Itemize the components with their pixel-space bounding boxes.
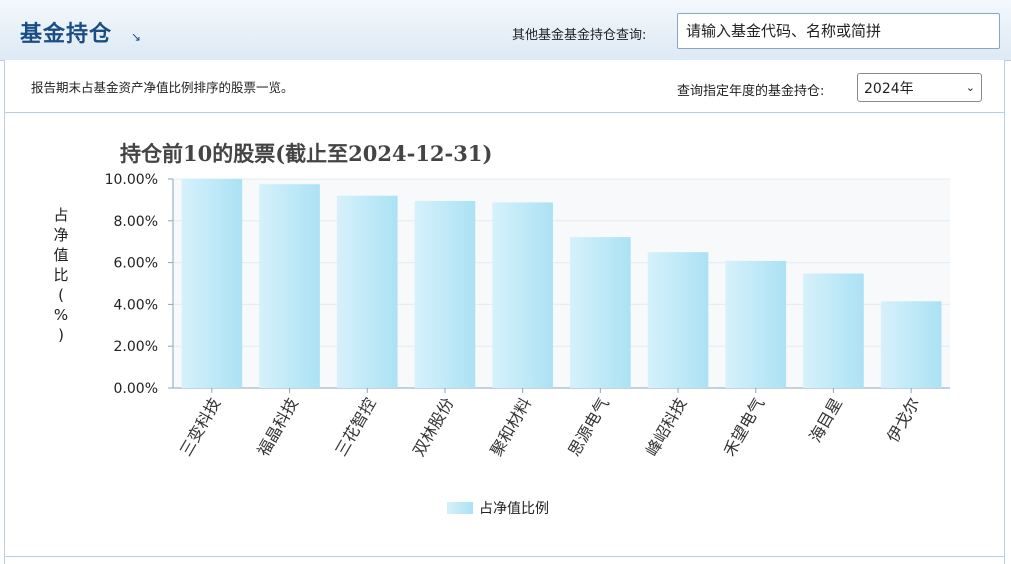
x-tick-label: 三变科技 [176,395,224,460]
x-tick-label: 聚和材料 [487,395,535,460]
bar [647,252,709,388]
y-tick-label: 8.00% [114,214,158,230]
bar [725,260,787,388]
bar [492,202,553,388]
bar [181,179,243,388]
x-tick-label: 福晶科技 [254,395,302,460]
bar [414,200,476,388]
chart-title: 持仓前10的股票(截止至2024-12-31) [120,141,492,166]
y-tick-label: 10.00% [105,172,158,188]
legend-swatch [447,502,473,514]
bar [880,301,942,388]
y-tick-label: 4.00% [114,297,158,313]
x-tick-label: 峰岹科技 [642,395,690,460]
bar [336,195,398,388]
bar [259,184,320,388]
y-tick-label: 0.00% [114,381,158,397]
x-tick-label: 禾望电气 [720,395,768,460]
x-tick-label: 海目星 [805,395,845,446]
y-tick-label: 2.00% [114,339,158,355]
x-tick-label: 思源电气 [564,395,612,460]
x-tick-label: 伊戈尔 [883,395,923,446]
y-tick-label: 6.00% [114,256,158,272]
bar [803,273,864,388]
bar [570,237,631,388]
panel-bottom-border [4,556,1005,557]
x-tick-label: 双林股份 [409,395,457,460]
holdings-bar-chart: 持仓前10的股票(截止至2024-12-31) 0.00% 2.00% 4.00% 6.… [105,141,950,517]
legend-label: 占净值比例 [479,501,549,517]
x-tick-label: 三花智控 [331,395,379,460]
